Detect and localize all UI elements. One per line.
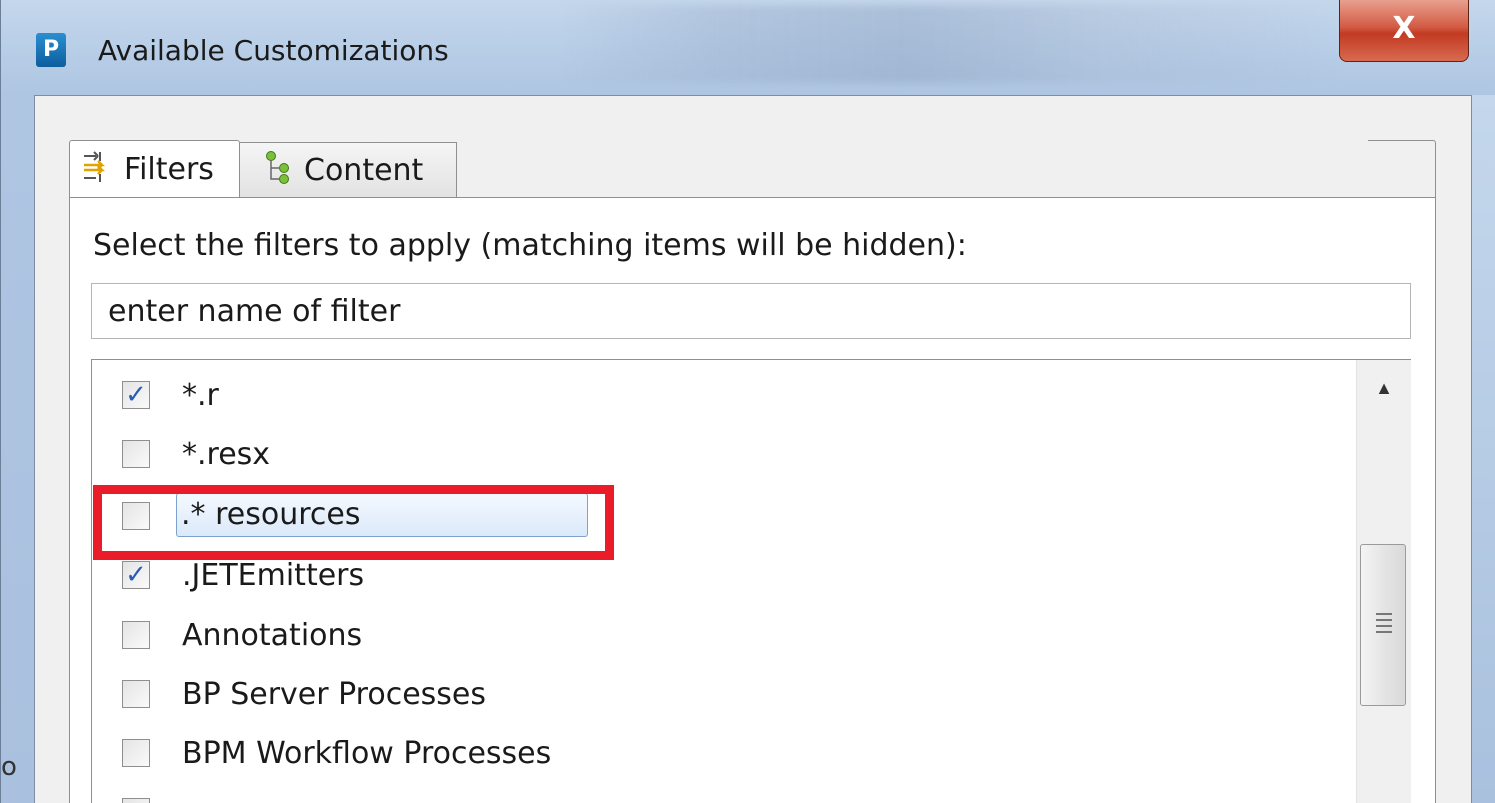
left-edge-fragment: o <box>1 752 17 782</box>
list-item[interactable]: *.resx <box>92 425 1352 483</box>
tab-strip-border <box>1368 140 1436 199</box>
filter-checkbox-bp-server[interactable] <box>122 680 150 708</box>
background-toolbar-blur <box>561 5 1341 83</box>
scroll-up-arrow-icon[interactable]: ▲ <box>1357 378 1411 408</box>
window-frame-right <box>1472 95 1495 803</box>
list-item[interactable]: ✓ *.r <box>92 366 1352 424</box>
filter-checkbox-r[interactable]: ✓ <box>122 381 150 409</box>
vertical-scrollbar[interactable]: ▲ <box>1356 360 1411 803</box>
content-tree-icon <box>264 150 294 192</box>
dialog-window: P Available Customizations X Filters Con… <box>0 0 1495 803</box>
filter-label: Annotations <box>182 618 363 653</box>
filter-label: *.resx <box>182 437 271 472</box>
close-button[interactable]: X <box>1339 0 1469 62</box>
annotation-highlight-box <box>93 485 614 560</box>
list-item[interactable]: BPM Workflow Processes <box>92 724 1352 782</box>
tab-filters-label: Filters <box>124 152 214 187</box>
tab-content[interactable]: Content <box>240 142 457 198</box>
list-item[interactable]: BP Server Processes <box>92 665 1352 723</box>
filter-checkbox-resx[interactable] <box>122 440 150 468</box>
title-bar[interactable]: P Available Customizations X <box>1 0 1495 95</box>
list-item-partial[interactable] <box>92 783 1352 803</box>
tab-content-label: Content <box>304 153 424 188</box>
filters-instruction: Select the filters to apply (matching it… <box>93 228 967 263</box>
tab-filters[interactable]: Filters <box>69 140 240 198</box>
filter-search-input[interactable] <box>91 283 1411 339</box>
filters-icon <box>80 149 114 191</box>
filter-checkbox-partial[interactable] <box>122 798 150 803</box>
window-title: Available Customizations <box>98 34 449 67</box>
filter-checkbox-annotations[interactable] <box>122 621 150 649</box>
list-item[interactable]: Annotations <box>92 606 1352 664</box>
filter-checkbox-bpm-workflow[interactable] <box>122 739 150 767</box>
grip-icon <box>1376 613 1392 633</box>
filter-checkbox-jetemitters[interactable]: ✓ <box>122 561 150 589</box>
filter-label: *.r <box>182 378 219 413</box>
filter-label: .JETEmitters <box>182 558 365 593</box>
app-logo-icon: P <box>36 33 66 67</box>
scroll-thumb[interactable] <box>1360 544 1406 706</box>
filter-label: BPM Workflow Processes <box>182 736 552 771</box>
filter-list: ✓ *.r *.resx .* resources ✓ .JETEmitters… <box>91 359 1411 803</box>
filter-label: BP Server Processes <box>182 677 487 712</box>
